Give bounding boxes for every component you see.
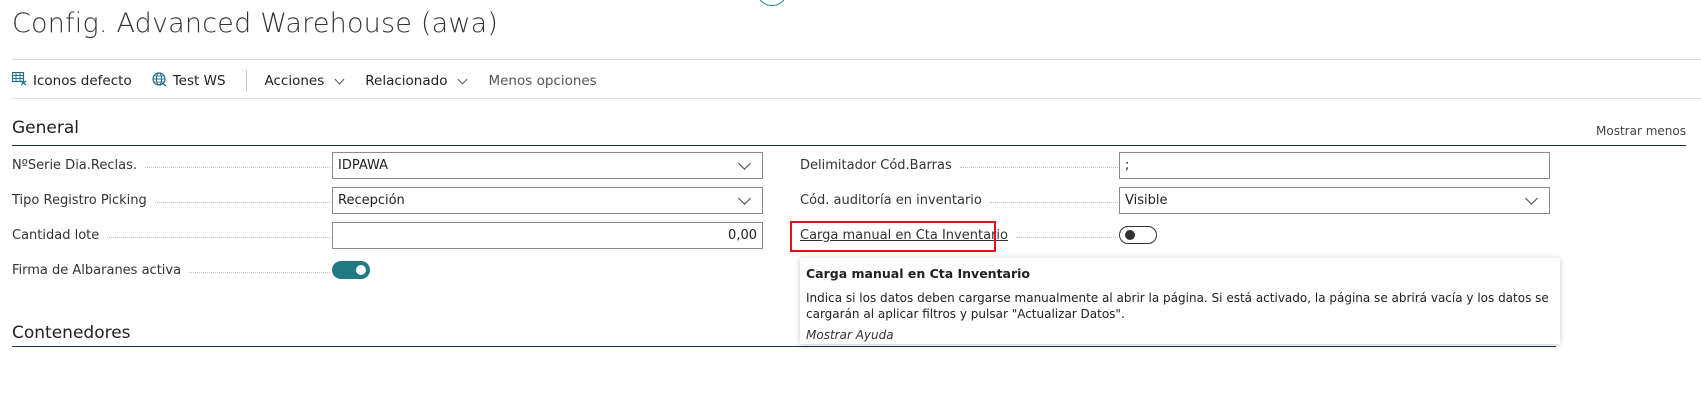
label-text: Cód. auditoría en inventario — [800, 192, 982, 208]
input-value: 0,00 — [728, 228, 757, 243]
field-label-tipo-registro-picking: Tipo Registro Picking — [12, 187, 330, 213]
label-text: Tipo Registro Picking — [12, 192, 147, 208]
carga-manual-toggle[interactable] — [1119, 226, 1157, 244]
cantidad-lote-input[interactable]: 0,00 — [332, 222, 763, 249]
toggle-knob — [356, 265, 366, 275]
globe-icon — [152, 71, 167, 91]
leader-dots — [154, 201, 330, 203]
action-toolbar: Iconos defecto Test WS Acciones Relacion… — [11, 66, 597, 96]
select-value: Visible — [1125, 193, 1168, 208]
chevron-down-icon — [738, 191, 751, 205]
leader-dots — [189, 271, 330, 273]
page-title: Config. Advanced Warehouse (awa) — [12, 8, 499, 39]
show-help-link[interactable]: Mostrar Ayuda — [806, 328, 1554, 342]
tooltip-body: Indica si los datos deben cargarse manua… — [806, 291, 1549, 321]
default-icons-button[interactable]: Iconos defecto — [11, 71, 132, 90]
highlight-box — [790, 221, 996, 252]
top-circle-decoration — [756, 0, 788, 6]
leader-dots — [1015, 236, 1118, 238]
toggle-knob — [1125, 230, 1135, 240]
leader-dots — [989, 201, 1118, 203]
actions-label: Acciones — [264, 73, 325, 89]
input-value: ; — [1125, 158, 1130, 173]
section-containers-title[interactable]: Contenedores — [12, 323, 131, 343]
chevron-down-icon — [738, 156, 751, 170]
less-options-label: Menos opciones — [488, 73, 597, 89]
divider — [12, 98, 1701, 99]
select-value: IDPAWA — [338, 158, 389, 173]
chevron-down-icon — [458, 74, 468, 84]
divider — [12, 59, 1701, 60]
leader-dots — [959, 166, 1118, 168]
related-menu[interactable]: Relacionado — [365, 73, 468, 89]
test-ws-button[interactable]: Test WS — [152, 71, 226, 91]
firma-albaranes-toggle[interactable] — [332, 261, 370, 279]
serie-dia-reclas-select[interactable]: IDPAWA — [332, 152, 763, 179]
leader-dots — [107, 236, 330, 238]
toolbar-separator — [245, 70, 247, 92]
tipo-registro-picking-select[interactable]: Recepción — [332, 187, 763, 214]
related-label: Relacionado — [365, 73, 448, 89]
leader-dots — [145, 166, 330, 168]
select-value: Recepción — [338, 193, 405, 208]
grid-table-icon — [11, 71, 27, 90]
delimitador-cod-barras-input[interactable]: ; — [1119, 152, 1550, 179]
field-label-cantidad-lote: Cantidad lote — [12, 222, 330, 248]
field-label-cod-auditoria: Cód. auditoría en inventario — [800, 187, 1118, 213]
default-icons-label: Iconos defecto — [33, 73, 132, 89]
cod-auditoria-select[interactable]: Visible — [1119, 187, 1550, 214]
label-text: Cantidad lote — [12, 227, 100, 243]
label-text: Delimitador Cód.Barras — [800, 157, 952, 173]
tooltip-title: Carga manual en Cta Inventario — [806, 266, 1031, 281]
chevron-down-icon — [1525, 191, 1538, 205]
field-tooltip: Carga manual en Cta Inventario Indica si… — [800, 258, 1560, 344]
show-less-link[interactable]: Mostrar menos — [1596, 124, 1686, 138]
test-ws-label: Test WS — [172, 73, 226, 89]
label-text: Firma de Albaranes activa — [12, 262, 182, 278]
actions-menu[interactable]: Acciones — [264, 73, 345, 89]
field-label-delimitador-cod-barras: Delimitador Cód.Barras — [800, 152, 1118, 178]
section-containers-underline — [12, 346, 1556, 347]
label-text: NºSerie Dia.Reclas. — [12, 157, 137, 173]
section-general-underline — [12, 145, 1686, 146]
field-label-firma-albaranes: Firma de Albaranes activa — [12, 257, 330, 283]
less-options-button[interactable]: Menos opciones — [488, 73, 596, 89]
section-general-title[interactable]: General — [12, 118, 79, 138]
field-label-serie-dia-reclas: NºSerie Dia.Reclas. — [12, 152, 330, 178]
chevron-down-icon — [334, 74, 345, 84]
